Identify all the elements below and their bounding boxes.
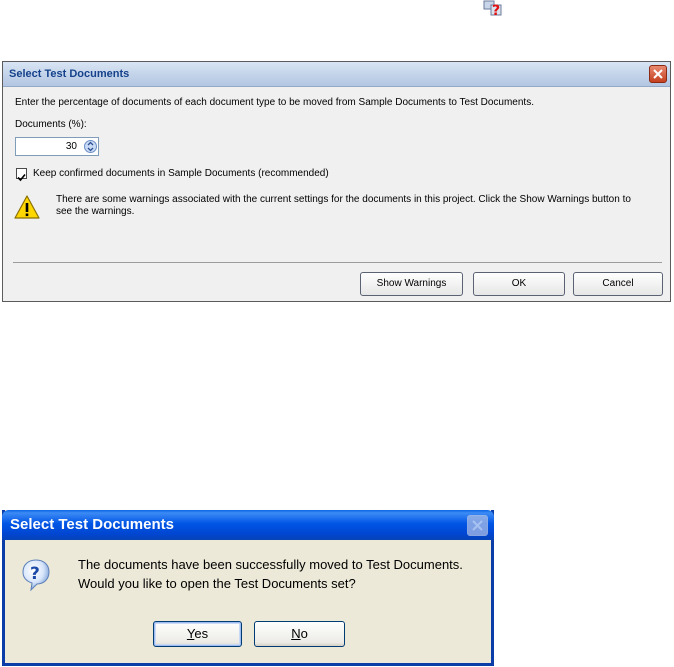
confirmation-message-line2: Would you like to open the Test Document… [78,576,356,591]
confirmation-message-line1: The documents have been successfully mov… [78,557,463,572]
confirmation-dialog-title: Select Test Documents [10,516,174,533]
keep-confirmed-label[interactable]: Keep confirmed documents in Sample Docum… [33,168,329,179]
checkmark-icon [17,173,26,182]
select-test-documents-dialog: Select Test Documents Enter the percenta… [2,61,671,302]
question-icon: ? [21,558,51,592]
warning-text-line1: There are some warnings associated with … [56,194,631,205]
close-icon [653,69,663,79]
documents-percent-spinner[interactable]: 30 [15,137,99,156]
dialog-title: Select Test Documents [9,68,130,80]
show-warnings-button[interactable]: Show Warnings [360,272,463,296]
close-icon [472,520,483,531]
documents-percent-value[interactable]: 30 [66,141,77,152]
warning-text-line2: see the warnings. [56,206,135,217]
xp-titlebar: Select Test Documents [2,510,494,540]
svg-text:?: ? [30,564,40,584]
no-mnemonic: N [291,626,301,641]
help-question-icon[interactable]: ? [483,0,503,19]
no-label-rest: o [300,626,308,641]
documents-percent-label: Documents (%): [15,119,87,130]
cancel-button[interactable]: Cancel [573,272,663,296]
ok-button[interactable]: OK [473,272,565,296]
keep-confirmed-checkbox[interactable] [16,168,27,182]
no-button[interactable]: No [254,621,345,647]
divider [13,262,662,263]
yes-button[interactable]: Yes [153,621,242,647]
close-button-disabled [467,515,488,536]
dialog-titlebar: Select Test Documents [3,62,670,87]
instruction-text: Enter the percentage of documents of eac… [15,97,534,108]
spinner-buttons[interactable] [83,138,98,155]
close-button[interactable] [649,65,667,83]
confirmation-dialog: Select Test Documents ? The documents ha… [2,510,494,666]
warning-icon [13,194,41,220]
yes-label-rest: es [194,626,209,641]
svg-text:?: ? [492,3,500,18]
